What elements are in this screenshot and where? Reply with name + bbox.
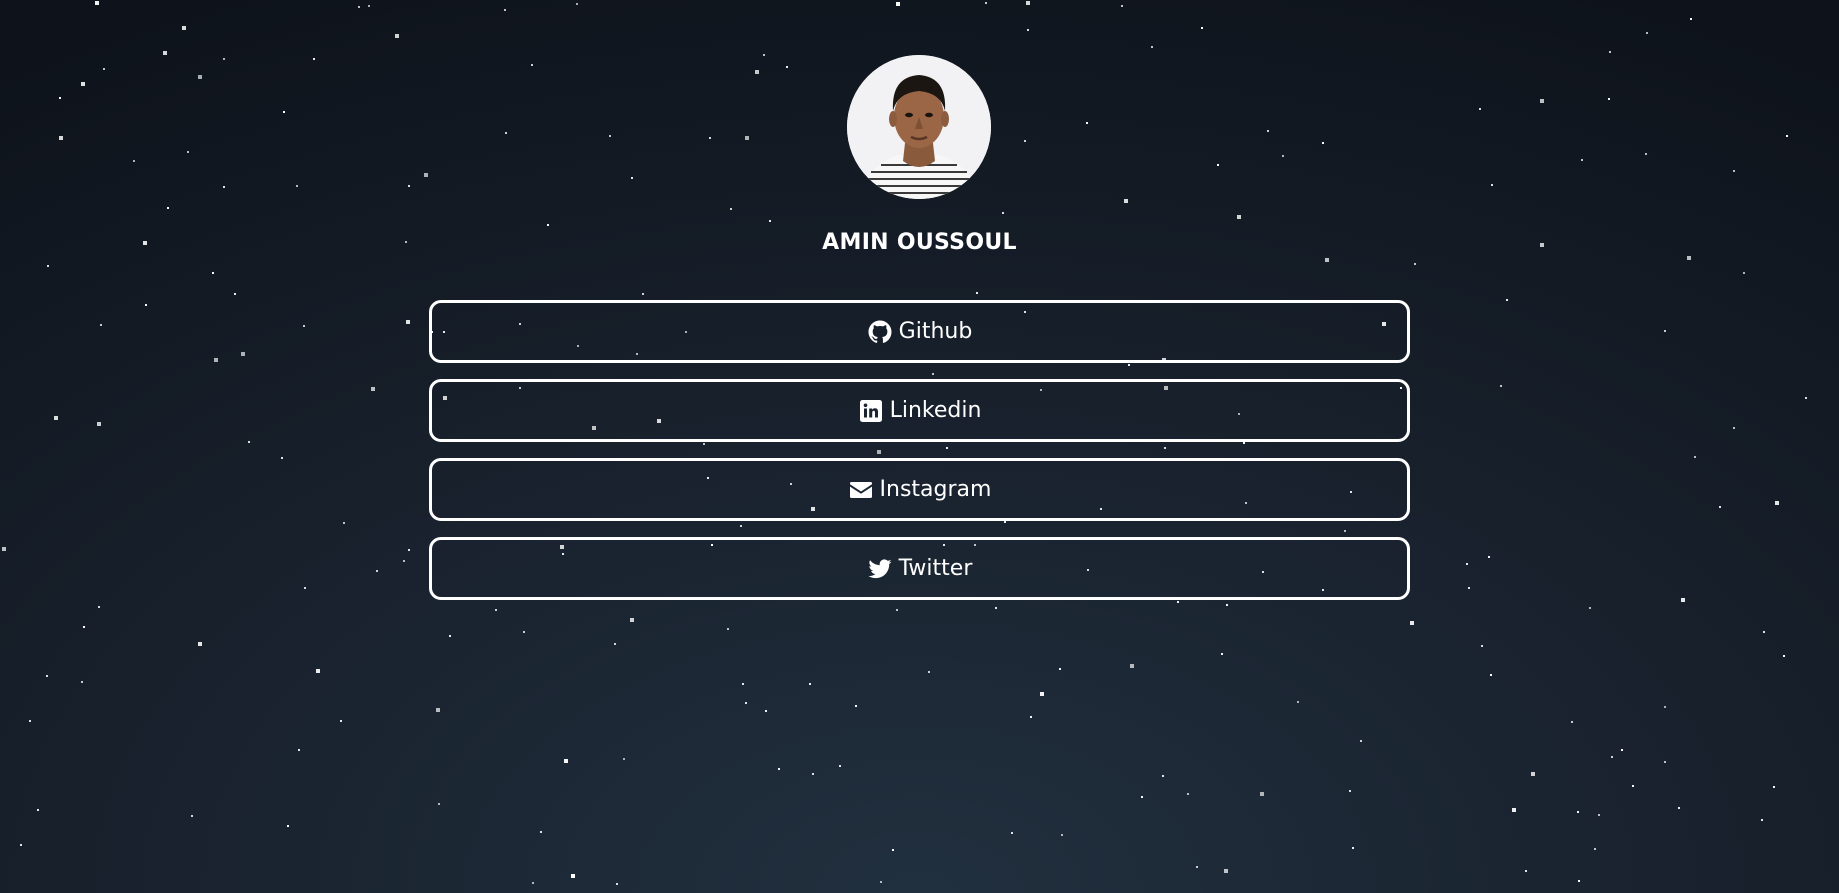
github-icon <box>867 319 893 345</box>
twitter-link-label: Twitter <box>898 556 973 581</box>
linkedin-link-label: Linkedin <box>889 398 982 423</box>
link-list: Github Linkedin Instagram Twitter <box>429 300 1410 616</box>
twitter-link-button[interactable]: Twitter <box>429 537 1410 600</box>
envelope-icon <box>848 477 874 503</box>
github-link-button[interactable]: Github <box>429 300 1410 363</box>
linkedin-icon <box>858 398 884 424</box>
instagram-link-button[interactable]: Instagram <box>429 458 1410 521</box>
profile-name: AMIN OUSSOUL <box>822 230 1017 255</box>
instagram-link-label: Instagram <box>879 477 992 502</box>
linkedin-link-button[interactable]: Linkedin <box>429 379 1410 442</box>
avatar-photo <box>847 55 991 199</box>
twitter-icon <box>867 556 893 582</box>
github-link-label: Github <box>898 319 973 344</box>
profile-card: AMIN OUSSOUL Github Linkedin Instagram T… <box>0 0 1839 893</box>
avatar <box>847 55 991 199</box>
